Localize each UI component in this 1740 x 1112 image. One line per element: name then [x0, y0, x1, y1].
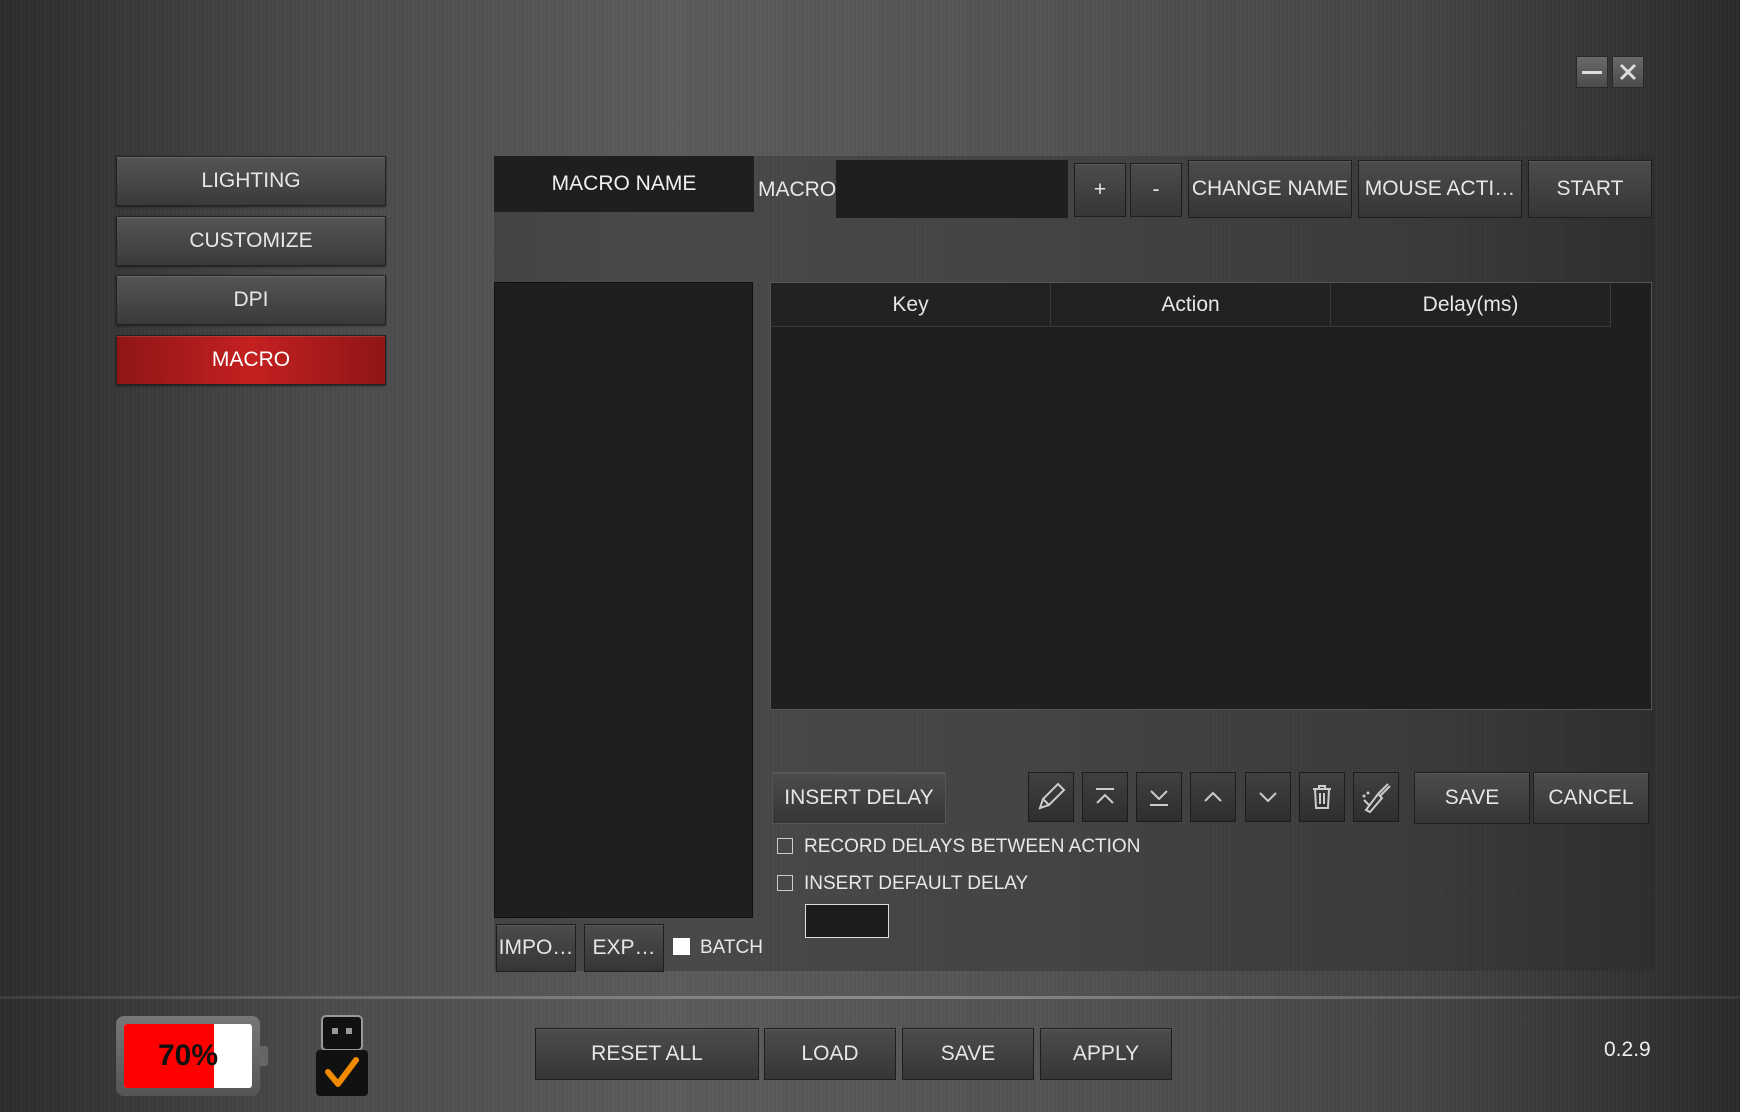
usb-connected-icon [314, 1014, 370, 1098]
edit-button[interactable] [1028, 772, 1074, 822]
batch-checkbox[interactable] [673, 938, 690, 955]
column-header-action[interactable]: Action [1051, 283, 1331, 327]
change-name-button[interactable]: CHANGE NAME [1188, 160, 1352, 218]
macro-cancel-button[interactable]: CANCEL [1533, 772, 1649, 824]
export-button[interactable]: EXP… [584, 924, 664, 972]
record-delays-checkbox[interactable] [777, 838, 793, 854]
remove-macro-button[interactable]: - [1130, 163, 1182, 217]
insert-default-delay-checkbox[interactable] [777, 875, 793, 891]
insert-default-delay-label: INSERT DEFAULT DELAY [804, 873, 1029, 894]
record-delays-label: RECORD DELAYS BETWEEN ACTION [804, 836, 1141, 857]
move-bottom-icon [1150, 790, 1168, 806]
default-delay-input[interactable] [805, 904, 889, 938]
macro-events-table[interactable]: Key Action Delay(ms) [770, 282, 1652, 710]
edit-pencil-icon [1038, 782, 1066, 810]
macro-list[interactable] [494, 282, 753, 918]
nav-lighting[interactable]: LIGHTING [116, 156, 386, 206]
trash-icon [1313, 785, 1331, 809]
move-down-button[interactable] [1245, 772, 1291, 822]
footer-divider [0, 996, 1740, 999]
mouse-action-button[interactable]: MOUSE ACTI… [1358, 160, 1522, 218]
column-header-delay[interactable]: Delay(ms) [1331, 283, 1611, 327]
close-button[interactable] [1612, 56, 1644, 88]
battery-indicator: 70% [116, 1016, 268, 1096]
macro-select[interactable] [836, 160, 1068, 218]
battery-percent: 70% [157, 1039, 219, 1072]
import-button[interactable]: IMPO… [496, 924, 576, 972]
minimize-button[interactable] [1576, 56, 1608, 88]
move-down-icon [1259, 792, 1277, 803]
version-label: 0.2.9 [1604, 1038, 1651, 1061]
macro-save-button[interactable]: SAVE [1414, 772, 1530, 824]
nav-macro[interactable]: MACRO [116, 335, 386, 385]
macro-label: MACRO [758, 178, 837, 201]
clear-all-button[interactable] [1353, 772, 1399, 822]
start-record-button[interactable]: START [1528, 160, 1652, 218]
minimize-icon [1582, 70, 1602, 74]
nav-customize[interactable]: CUSTOMIZE [116, 216, 386, 266]
delete-button[interactable] [1299, 772, 1345, 822]
move-up-icon [1204, 791, 1222, 802]
macro-name-header: MACRO NAME [494, 156, 754, 212]
insert-delay-button[interactable]: INSERT DELAY [772, 772, 946, 824]
nav-dpi[interactable]: DPI [116, 275, 386, 325]
move-bottom-button[interactable] [1136, 772, 1182, 822]
apply-button[interactable]: APPLY [1040, 1028, 1172, 1080]
reset-all-button[interactable]: RESET ALL [535, 1028, 759, 1080]
footer-save-button[interactable]: SAVE [902, 1028, 1034, 1080]
move-up-button[interactable] [1190, 772, 1236, 822]
add-macro-button[interactable]: + [1074, 163, 1126, 217]
move-top-button[interactable] [1082, 772, 1128, 822]
column-header-key[interactable]: Key [771, 283, 1051, 327]
move-top-icon [1096, 788, 1114, 804]
close-icon [1619, 63, 1637, 81]
batch-label: BATCH [700, 937, 763, 958]
clear-all-brush-icon [1362, 783, 1391, 814]
load-button[interactable]: LOAD [764, 1028, 896, 1080]
